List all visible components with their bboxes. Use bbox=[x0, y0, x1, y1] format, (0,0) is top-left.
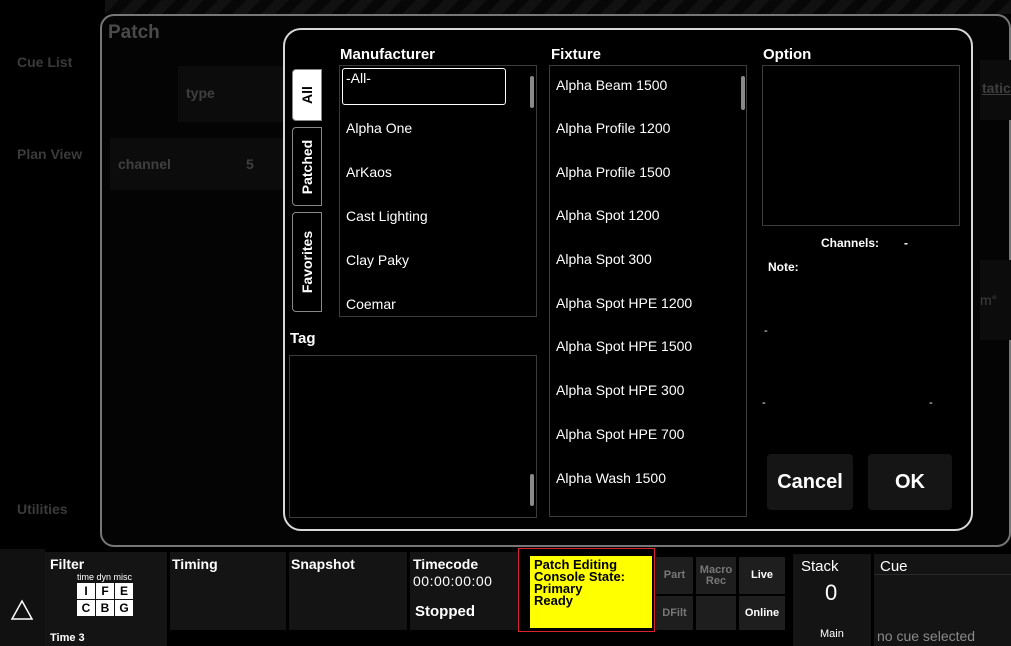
type-field[interactable]: type bbox=[178, 66, 283, 122]
list-item[interactable]: Alpha Spot HPE 1200 bbox=[550, 281, 692, 325]
list-item[interactable]: ArKaos bbox=[340, 150, 392, 194]
fixture-list[interactable]: Alpha Beam 1500 Alpha Profile 1200 Alpha… bbox=[549, 65, 747, 517]
tag-list[interactable] bbox=[289, 355, 537, 518]
list-item[interactable]: Alpha Spot 300 bbox=[550, 237, 652, 281]
triangle-up-icon bbox=[10, 599, 34, 620]
list-item[interactable]: Alpha Spot HPE 1500 bbox=[550, 324, 692, 368]
manufacturer-list[interactable]: -All- Alpha One ArKaos Cast Lighting Cla… bbox=[339, 65, 537, 317]
live-button[interactable]: Live bbox=[739, 557, 785, 594]
info-dash: - bbox=[929, 397, 933, 409]
list-item[interactable]: Coemar bbox=[340, 282, 396, 316]
info-dash: - bbox=[762, 397, 766, 409]
filter-letter: F bbox=[96, 583, 114, 599]
ok-button[interactable]: OK bbox=[868, 454, 952, 510]
tag-scrollbar[interactable] bbox=[530, 474, 534, 506]
filter-letter: I bbox=[77, 583, 95, 599]
timecode-title: Timecode bbox=[413, 556, 479, 572]
patch-panel-title: Patch bbox=[108, 22, 160, 43]
list-item[interactable]: Alpha Profile 1500 bbox=[550, 150, 670, 194]
filter-letter: G bbox=[115, 600, 133, 616]
note-label: Note: bbox=[768, 260, 799, 274]
list-item[interactable]: Alpha Spot HPE 700 bbox=[550, 412, 684, 456]
filter-letter: E bbox=[115, 583, 133, 599]
tab-all-label: All bbox=[299, 86, 315, 104]
right-partial-field: tatic bbox=[980, 60, 1011, 120]
filter-letter: C bbox=[77, 600, 95, 616]
cue-cell[interactable]: Cue no cue selected bbox=[874, 554, 1011, 646]
list-item[interactable]: Alpha Wash 1500 bbox=[550, 456, 666, 500]
stack-value: 0 bbox=[825, 580, 838, 605]
dfilt-button[interactable]: DFilt bbox=[656, 596, 693, 630]
list-item[interactable]: Alpha Profile 1200 bbox=[550, 106, 670, 150]
filter-subtitle: time dyn misc bbox=[77, 572, 133, 582]
cue-divider bbox=[874, 574, 1011, 575]
timing-title: Timing bbox=[172, 556, 218, 572]
timecode-state: Stopped bbox=[415, 603, 475, 620]
channel-value: 5 bbox=[246, 156, 254, 172]
snapshot-cell[interactable]: Snapshot bbox=[289, 552, 407, 630]
stack-sub: Main bbox=[820, 628, 844, 640]
list-item[interactable]: -All- bbox=[340, 66, 371, 93]
filter-letter: B bbox=[96, 600, 114, 616]
top-decoration bbox=[105, 0, 1011, 14]
fixture-scrollbar[interactable] bbox=[741, 76, 745, 110]
channels-value: - bbox=[904, 236, 908, 250]
list-item[interactable]: Alpha One bbox=[340, 106, 412, 150]
list-item[interactable]: Alpha Beam 1500 bbox=[550, 66, 667, 107]
fixture-header: Fixture bbox=[551, 46, 602, 63]
type-label: type bbox=[186, 85, 215, 101]
manufacturer-scrollbar[interactable] bbox=[530, 76, 534, 108]
tab-favorites[interactable]: Favorites bbox=[292, 212, 322, 312]
nav-cue-list[interactable]: Cue List bbox=[17, 54, 72, 70]
stack-label: Stack bbox=[801, 558, 839, 575]
stack-cell[interactable]: Stack 0 Main bbox=[793, 554, 871, 646]
timing-cell[interactable]: Timing bbox=[170, 552, 286, 630]
filter-title: Filter bbox=[50, 556, 85, 572]
channel-label: channel bbox=[118, 156, 171, 172]
nav-utilities[interactable]: Utilities bbox=[17, 501, 68, 517]
channel-field[interactable]: channel 5 bbox=[110, 138, 283, 190]
cancel-button[interactable]: Cancel bbox=[767, 454, 853, 510]
snapshot-title: Snapshot bbox=[291, 556, 355, 572]
status-line: Ready bbox=[534, 593, 574, 608]
tab-patched[interactable]: Patched bbox=[292, 127, 322, 206]
channels-label: Channels: bbox=[821, 236, 880, 250]
empty-button[interactable] bbox=[696, 596, 736, 630]
tab-favorites-label: Favorites bbox=[299, 230, 315, 294]
manufacturer-header: Manufacturer bbox=[340, 46, 436, 63]
right-partial-field-2: m° bbox=[980, 260, 1011, 340]
timecode-value: 00:00:00:00 bbox=[413, 573, 493, 589]
cue-status: no cue selected bbox=[877, 628, 976, 644]
nav-plan-view[interactable]: Plan View bbox=[17, 146, 82, 162]
filter-time-label: Time 3 bbox=[50, 632, 85, 644]
part-button[interactable]: Part bbox=[656, 557, 693, 594]
info-dash: - bbox=[764, 325, 768, 337]
list-item[interactable]: Clay Paky bbox=[340, 238, 409, 282]
filter-cell[interactable]: Filter time dyn misc I F E C B G Time 3 bbox=[45, 552, 167, 646]
option-header: Option bbox=[763, 46, 812, 63]
tag-header: Tag bbox=[290, 330, 316, 347]
cue-label: Cue bbox=[880, 558, 908, 575]
timecode-cell[interactable]: Timecode 00:00:00:00 Stopped bbox=[410, 552, 518, 630]
option-list[interactable] bbox=[762, 65, 960, 226]
list-item[interactable]: Cast Lighting bbox=[340, 194, 428, 238]
online-button[interactable]: Online bbox=[739, 596, 785, 630]
expand-toggle[interactable] bbox=[0, 549, 45, 646]
tab-all[interactable]: All bbox=[292, 69, 322, 121]
tab-patched-label: Patched bbox=[299, 139, 315, 194]
console-status[interactable]: Patch Editing Console State: Primary Rea… bbox=[530, 556, 652, 628]
macro-rec-button[interactable]: Macro Rec bbox=[696, 557, 736, 594]
list-item[interactable]: Alpha Spot 1200 bbox=[550, 193, 660, 237]
list-item[interactable]: Alpha Spot HPE 300 bbox=[550, 368, 684, 412]
list-item[interactable]: Alpha Wash Halo 1200 bbox=[550, 499, 699, 516]
